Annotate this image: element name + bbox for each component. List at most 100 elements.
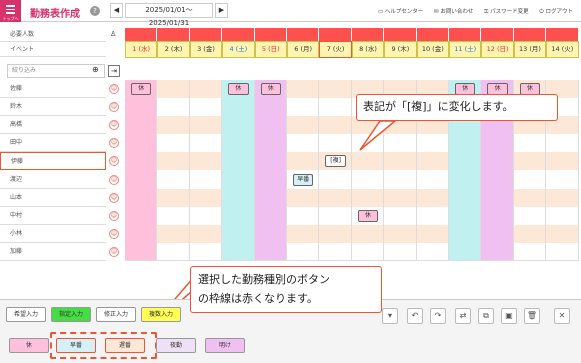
required-count-cell[interactable] xyxy=(125,28,157,41)
help-center-link[interactable]: ▭ ヘルプセンター xyxy=(378,9,423,15)
face-icon[interactable]: ☺ xyxy=(109,228,119,239)
date-header-4[interactable]: 4 (土) xyxy=(222,41,255,58)
required-count-cell[interactable] xyxy=(254,28,286,41)
filter-input[interactable]: 絞り込み xyxy=(7,64,105,78)
face-icon[interactable]: ☺ xyxy=(109,246,119,257)
swap-icon[interactable]: ⇄ xyxy=(455,308,471,324)
staff-name[interactable]: 田中 xyxy=(0,134,106,153)
staff-name[interactable]: 高橋 xyxy=(0,116,106,135)
copy-icon[interactable]: ⧉ xyxy=(478,308,494,324)
required-count-cell[interactable] xyxy=(189,28,222,41)
face-icon[interactable]: ☺ xyxy=(109,84,119,94)
face-icon[interactable]: ☺ xyxy=(109,174,119,185)
date-header-1[interactable]: 1 (水) xyxy=(125,41,158,58)
required-count-cell[interactable] xyxy=(546,28,578,41)
required-count-cell[interactable] xyxy=(287,28,319,41)
shift-cell[interactable]: [複] xyxy=(325,155,346,168)
redo-icon[interactable]: ↷ xyxy=(430,308,446,324)
help-icon[interactable]: ? xyxy=(90,6,100,16)
shift-type-button[interactable]: 明け xyxy=(205,338,245,353)
date-header-10[interactable]: 10 (金) xyxy=(416,41,449,58)
row-band xyxy=(287,224,320,243)
staff-name[interactable]: 小林 xyxy=(0,225,106,243)
row-band xyxy=(351,188,385,207)
staff-name[interactable]: 渡辺 xyxy=(0,171,106,189)
paste-icon[interactable]: ▣ xyxy=(501,308,517,324)
row-band xyxy=(189,224,223,243)
row-band xyxy=(416,188,449,207)
required-count-cell[interactable] xyxy=(222,28,254,41)
date-header-8[interactable]: 8 (水) xyxy=(351,41,385,58)
staff-name[interactable]: 伊藤 xyxy=(0,152,106,171)
staff-name[interactable]: 山本 xyxy=(0,189,106,207)
required-count-cell[interactable] xyxy=(481,28,513,41)
row-band xyxy=(513,224,547,243)
menu-icon xyxy=(6,5,15,16)
row-band xyxy=(416,152,449,171)
mode-button[interactable]: 修正入力 xyxy=(96,307,136,322)
mode-button[interactable]: 複数入力 xyxy=(141,307,181,322)
required-count-cell[interactable] xyxy=(157,28,189,41)
shift-type-button[interactable]: 早番 xyxy=(56,338,96,353)
password-change-link[interactable]: ⚿ パスワード変更 xyxy=(484,9,528,15)
staff-name[interactable]: 加藤 xyxy=(0,243,106,261)
row-band xyxy=(157,224,190,243)
row-band xyxy=(287,80,320,99)
dropdown-icon[interactable]: ▾ xyxy=(382,308,398,324)
date-header-14[interactable]: 14 (火) xyxy=(546,41,579,58)
row-band xyxy=(287,188,320,207)
date-range-display: 2025/01/01〜2025/01/31 xyxy=(125,3,213,27)
required-count-cell[interactable] xyxy=(319,28,351,41)
row-band xyxy=(189,188,223,207)
row-band xyxy=(157,152,190,171)
shift-cell[interactable]: 休 xyxy=(260,83,281,95)
contact-link[interactable]: ✉ お問い合わせ xyxy=(434,9,473,15)
shift-cell[interactable]: 休 xyxy=(131,83,152,95)
shift-type-button[interactable]: 休 xyxy=(9,338,49,353)
date-column-bg xyxy=(222,80,255,261)
shift-cell[interactable]: 休 xyxy=(228,83,249,95)
date-header-12[interactable]: 12 (日) xyxy=(481,41,514,58)
date-header-9[interactable]: 9 (木) xyxy=(384,41,417,58)
date-header-6[interactable]: 6 (月) xyxy=(287,41,320,58)
close-icon[interactable]: ✕ xyxy=(554,308,570,324)
shift-cell[interactable]: 休 xyxy=(357,209,379,222)
staff-name[interactable]: 中村 xyxy=(0,207,106,225)
date-header-3[interactable]: 3 (金) xyxy=(189,41,223,58)
prev-period-button[interactable]: ◀ xyxy=(110,3,123,18)
date-header-5[interactable]: 5 (日) xyxy=(254,41,287,58)
undo-icon[interactable]: ↶ xyxy=(407,308,423,324)
logout-link[interactable]: ⏻ ログアウト xyxy=(539,9,573,15)
face-icon[interactable]: ☺ xyxy=(109,210,119,221)
date-header-13[interactable]: 13 (月) xyxy=(513,41,547,58)
next-period-button[interactable]: ▶ xyxy=(215,3,228,18)
row-band xyxy=(157,80,190,99)
row-band xyxy=(513,188,547,207)
date-header-11[interactable]: 11 (土) xyxy=(449,41,482,58)
shift-type-button[interactable]: 夜勤 xyxy=(156,338,196,353)
date-header-2[interactable]: 2 (木) xyxy=(157,41,190,58)
callout-top: 表記が「[複]」に変化します。 xyxy=(356,94,558,121)
staff-name[interactable]: 鈴木 xyxy=(0,98,106,117)
search-icon[interactable]: ⊕ xyxy=(92,65,99,74)
row-band xyxy=(384,188,417,207)
callout-bottom-line2: の枠線は赤くなります。 xyxy=(198,292,318,305)
required-count-cell[interactable] xyxy=(513,28,546,41)
mode-button[interactable]: 指定入力 xyxy=(51,307,91,322)
home-menu-button[interactable]: トップへ xyxy=(0,0,21,22)
required-count-cell[interactable] xyxy=(351,28,384,41)
shift-type-button[interactable]: 遅番 xyxy=(105,338,145,353)
row-band xyxy=(189,116,223,135)
required-count-cell[interactable] xyxy=(416,28,448,41)
shift-cell[interactable]: 早番 xyxy=(293,173,314,186)
required-count-cell[interactable] xyxy=(449,28,481,41)
delete-icon[interactable]: 🗑 xyxy=(524,308,540,324)
required-count-cell[interactable] xyxy=(384,28,416,41)
row-band xyxy=(416,224,449,243)
face-icon[interactable]: ☺ xyxy=(109,192,119,203)
staff-name[interactable]: 佐藤 xyxy=(0,80,106,98)
row-band xyxy=(546,224,579,243)
expand-icon[interactable]: ⇥ xyxy=(108,65,120,77)
mode-button[interactable]: 希望入力 xyxy=(6,307,46,322)
date-header-7[interactable]: 7 (火) xyxy=(319,41,352,58)
